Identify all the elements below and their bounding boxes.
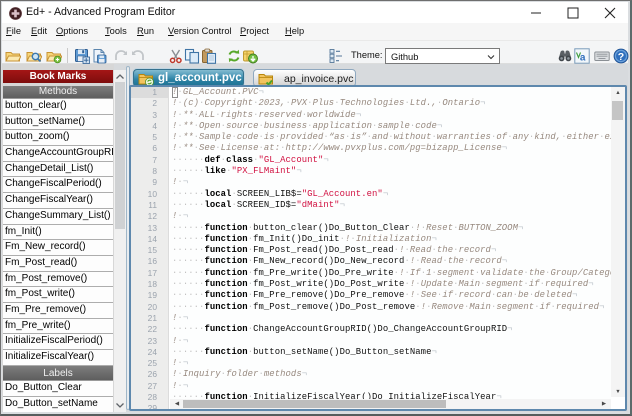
svg-text:?: ?: [618, 51, 624, 63]
svg-text:a: a: [580, 53, 586, 64]
